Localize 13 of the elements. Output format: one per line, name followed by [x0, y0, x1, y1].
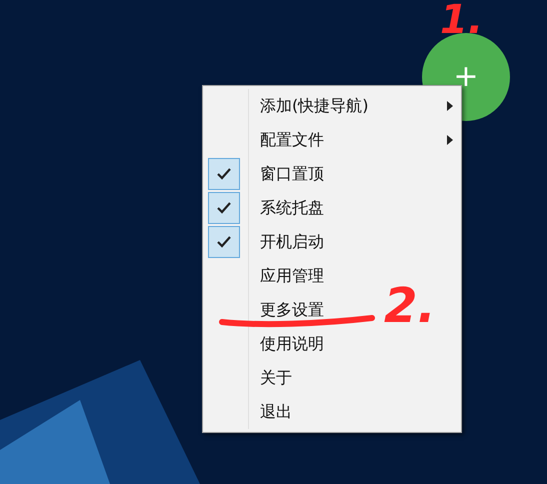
menu-item[interactable]: 配置文件 [260, 130, 324, 150]
menu-item[interactable]: 更多设置 [260, 300, 324, 320]
menu-item[interactable]: 窗口置顶 [260, 164, 324, 184]
annotation-text: 2. [384, 282, 436, 330]
submenu-arrow-icon [447, 135, 453, 145]
menu-item[interactable]: 系统托盘 [260, 198, 324, 218]
menu-item[interactable]: 关于 [260, 368, 292, 388]
menu-item[interactable]: 开机启动 [260, 232, 324, 252]
menu-item[interactable]: 退出 [260, 402, 292, 422]
menu-item[interactable]: 添加(快捷导航) [260, 96, 368, 116]
menu-item[interactable]: 使用说明 [260, 334, 324, 354]
menu-item[interactable]: 应用管理 [260, 266, 324, 286]
submenu-arrow-icon [447, 101, 453, 111]
